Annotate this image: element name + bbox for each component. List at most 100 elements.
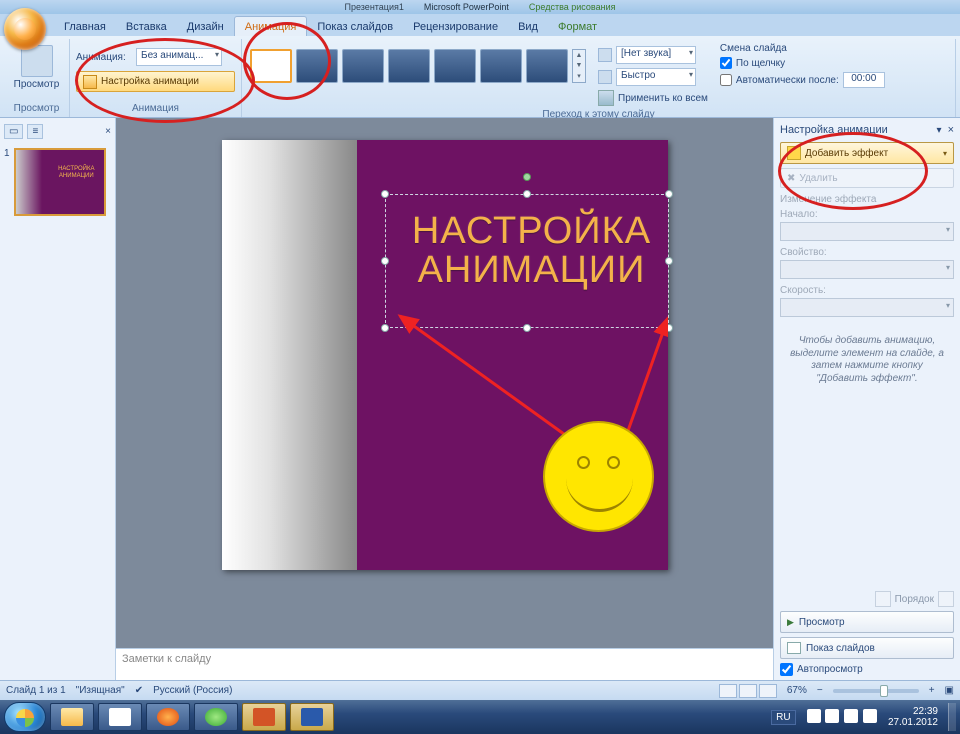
slide-thumbnail-1[interactable]: НАСТРОЙКА АНИМАЦИИ	[14, 148, 106, 216]
system-tray: RU 22:39 27.01.2012	[771, 703, 956, 731]
tab-animation[interactable]: Анимация	[234, 16, 308, 36]
animation-pane: Настройка анимации ▾ × Добавить эффект ✖…	[773, 118, 960, 680]
transition-thumb[interactable]	[296, 49, 338, 83]
pane-menu[interactable]: ▾	[937, 125, 942, 136]
play-button[interactable]: Просмотр	[780, 611, 954, 633]
property-label: Свойство:	[780, 247, 954, 258]
reorder-controls: Порядок	[780, 591, 954, 607]
speed-combo	[780, 298, 954, 317]
sound-combo[interactable]: [Нет звука]	[616, 46, 696, 64]
tray-icon[interactable]	[844, 709, 858, 723]
zoom-in[interactable]: +	[929, 685, 935, 696]
taskbar-totalcmd[interactable]	[98, 703, 142, 731]
add-effect-button[interactable]: Добавить эффект	[780, 142, 954, 164]
speed-combo[interactable]: Быстро	[616, 68, 696, 86]
delete-icon: ✖	[787, 173, 795, 184]
change-section-label: Изменение эффекта	[780, 194, 954, 205]
auto-time[interactable]: 00:00	[843, 72, 885, 88]
on-click-checkbox[interactable]: По щелчку	[720, 57, 885, 69]
status-slide: Слайд 1 из 1	[6, 685, 66, 696]
tab-format[interactable]: Формат	[548, 17, 607, 36]
auto-after-checkbox[interactable]: Автоматически после: 00:00	[720, 72, 885, 88]
slides-panel: ▭ ≡ × 1 НАСТРОЙКА АНИМАЦИИ	[0, 118, 116, 680]
tab-view[interactable]: Вид	[508, 17, 548, 36]
transition-thumb[interactable]	[480, 49, 522, 83]
pane-title: Настройка анимации	[780, 124, 888, 136]
custom-animation-button[interactable]: Настройка анимации	[76, 71, 235, 92]
gallery-more[interactable]: ▲▼▾	[572, 49, 586, 83]
star-icon	[787, 146, 801, 160]
tray-icons[interactable]	[806, 709, 878, 726]
view-buttons[interactable]	[719, 684, 777, 698]
app-name: Microsoft PowerPoint	[424, 2, 509, 12]
zoom-out[interactable]: −	[817, 685, 823, 696]
tray-icon[interactable]	[807, 709, 821, 723]
slide-number: 1	[4, 148, 10, 216]
move-down	[938, 591, 954, 607]
taskbar-firefox[interactable]	[146, 703, 190, 731]
slides-tab-thumbnails[interactable]: ▭	[4, 124, 23, 139]
transition-thumb[interactable]	[526, 49, 568, 83]
notes-pane[interactable]: Заметки к слайду	[116, 648, 773, 680]
preview-button[interactable]: Просмотр	[10, 41, 63, 101]
slideshow-icon	[787, 642, 801, 654]
transition-gallery[interactable]: ▲▼▾	[248, 41, 588, 85]
title-bar: Презентация1 Microsoft PowerPoint Средст…	[0, 0, 960, 14]
tab-design[interactable]: Дизайн	[177, 17, 234, 36]
canvas-area: НАСТРОЙКААНИМАЦИИ Заметки к слайду	[116, 118, 773, 680]
fit-to-window[interactable]: ▣	[945, 685, 954, 696]
status-bar: Слайд 1 из 1 "Изящная" ✔ Русский (Россия…	[0, 680, 960, 700]
advance-title: Смена слайда	[720, 43, 885, 54]
close-panel[interactable]: ×	[105, 126, 111, 137]
office-button[interactable]	[4, 8, 46, 50]
transition-thumb[interactable]	[388, 49, 430, 83]
spellcheck-icon[interactable]: ✔	[135, 685, 143, 696]
ribbon-tabs: Главная Вставка Дизайн Анимация Показ сл…	[0, 14, 960, 36]
slides-tab-outline[interactable]: ≡	[27, 124, 43, 139]
status-theme: "Изящная"	[76, 685, 125, 696]
animation-combo[interactable]: Без анимац...	[136, 48, 222, 66]
language-indicator[interactable]: RU	[771, 710, 795, 725]
tray-icon[interactable]	[825, 709, 839, 723]
group-label-preview: Просмотр	[10, 101, 63, 117]
status-language[interactable]: Русский (Россия)	[153, 685, 232, 696]
move-up	[875, 591, 891, 607]
taskbar-explorer[interactable]	[50, 703, 94, 731]
start-combo	[780, 222, 954, 241]
speed-icon	[598, 70, 612, 84]
taskbar-powerpoint[interactable]	[242, 703, 286, 731]
transition-thumb[interactable]	[342, 49, 384, 83]
show-desktop[interactable]	[948, 703, 956, 731]
zoom-slider[interactable]	[833, 689, 919, 693]
tray-icon[interactable]	[863, 709, 877, 723]
tab-home[interactable]: Главная	[54, 17, 116, 36]
slide-title-text: НАСТРОЙКААНИМАЦИИ	[402, 212, 662, 290]
transition-none[interactable]	[250, 49, 292, 83]
transition-thumb[interactable]	[434, 49, 476, 83]
tab-review[interactable]: Рецензирование	[403, 17, 508, 36]
slide-background-gradient	[222, 140, 357, 570]
smiley-shape[interactable]	[543, 421, 654, 532]
doc-title: Презентация1	[345, 2, 404, 12]
taskbar-mail[interactable]	[194, 703, 238, 731]
start-label: Начало:	[780, 209, 954, 220]
speed-label: Скорость:	[780, 285, 954, 296]
pane-hint: Чтобы добавить анимацию, выделите элемен…	[780, 335, 954, 385]
clock[interactable]: 22:39 27.01.2012	[888, 706, 938, 728]
tab-slideshow[interactable]: Показ слайдов	[307, 17, 403, 36]
apply-to-all[interactable]: Применить ко всем	[598, 89, 708, 107]
taskbar-word[interactable]	[290, 703, 334, 731]
slide-canvas[interactable]: НАСТРОЙКААНИМАЦИИ	[222, 140, 668, 570]
start-button[interactable]	[4, 702, 46, 732]
pane-close[interactable]: ×	[948, 124, 954, 136]
volume-icon	[598, 48, 612, 62]
group-label-animation: Анимация	[76, 101, 235, 117]
zoom-value: 67%	[787, 685, 807, 696]
workspace: ▭ ≡ × 1 НАСТРОЙКА АНИМАЦИИ	[0, 118, 960, 680]
taskbar: RU 22:39 27.01.2012	[0, 700, 960, 734]
tab-insert[interactable]: Вставка	[116, 17, 177, 36]
autopreview-checkbox[interactable]: Автопросмотр	[780, 663, 954, 676]
slideshow-button[interactable]: Показ слайдов	[780, 637, 954, 659]
animation-label: Анимация:	[76, 52, 132, 63]
ribbon: Просмотр Просмотр Анимация: Без анимац..…	[0, 36, 960, 118]
